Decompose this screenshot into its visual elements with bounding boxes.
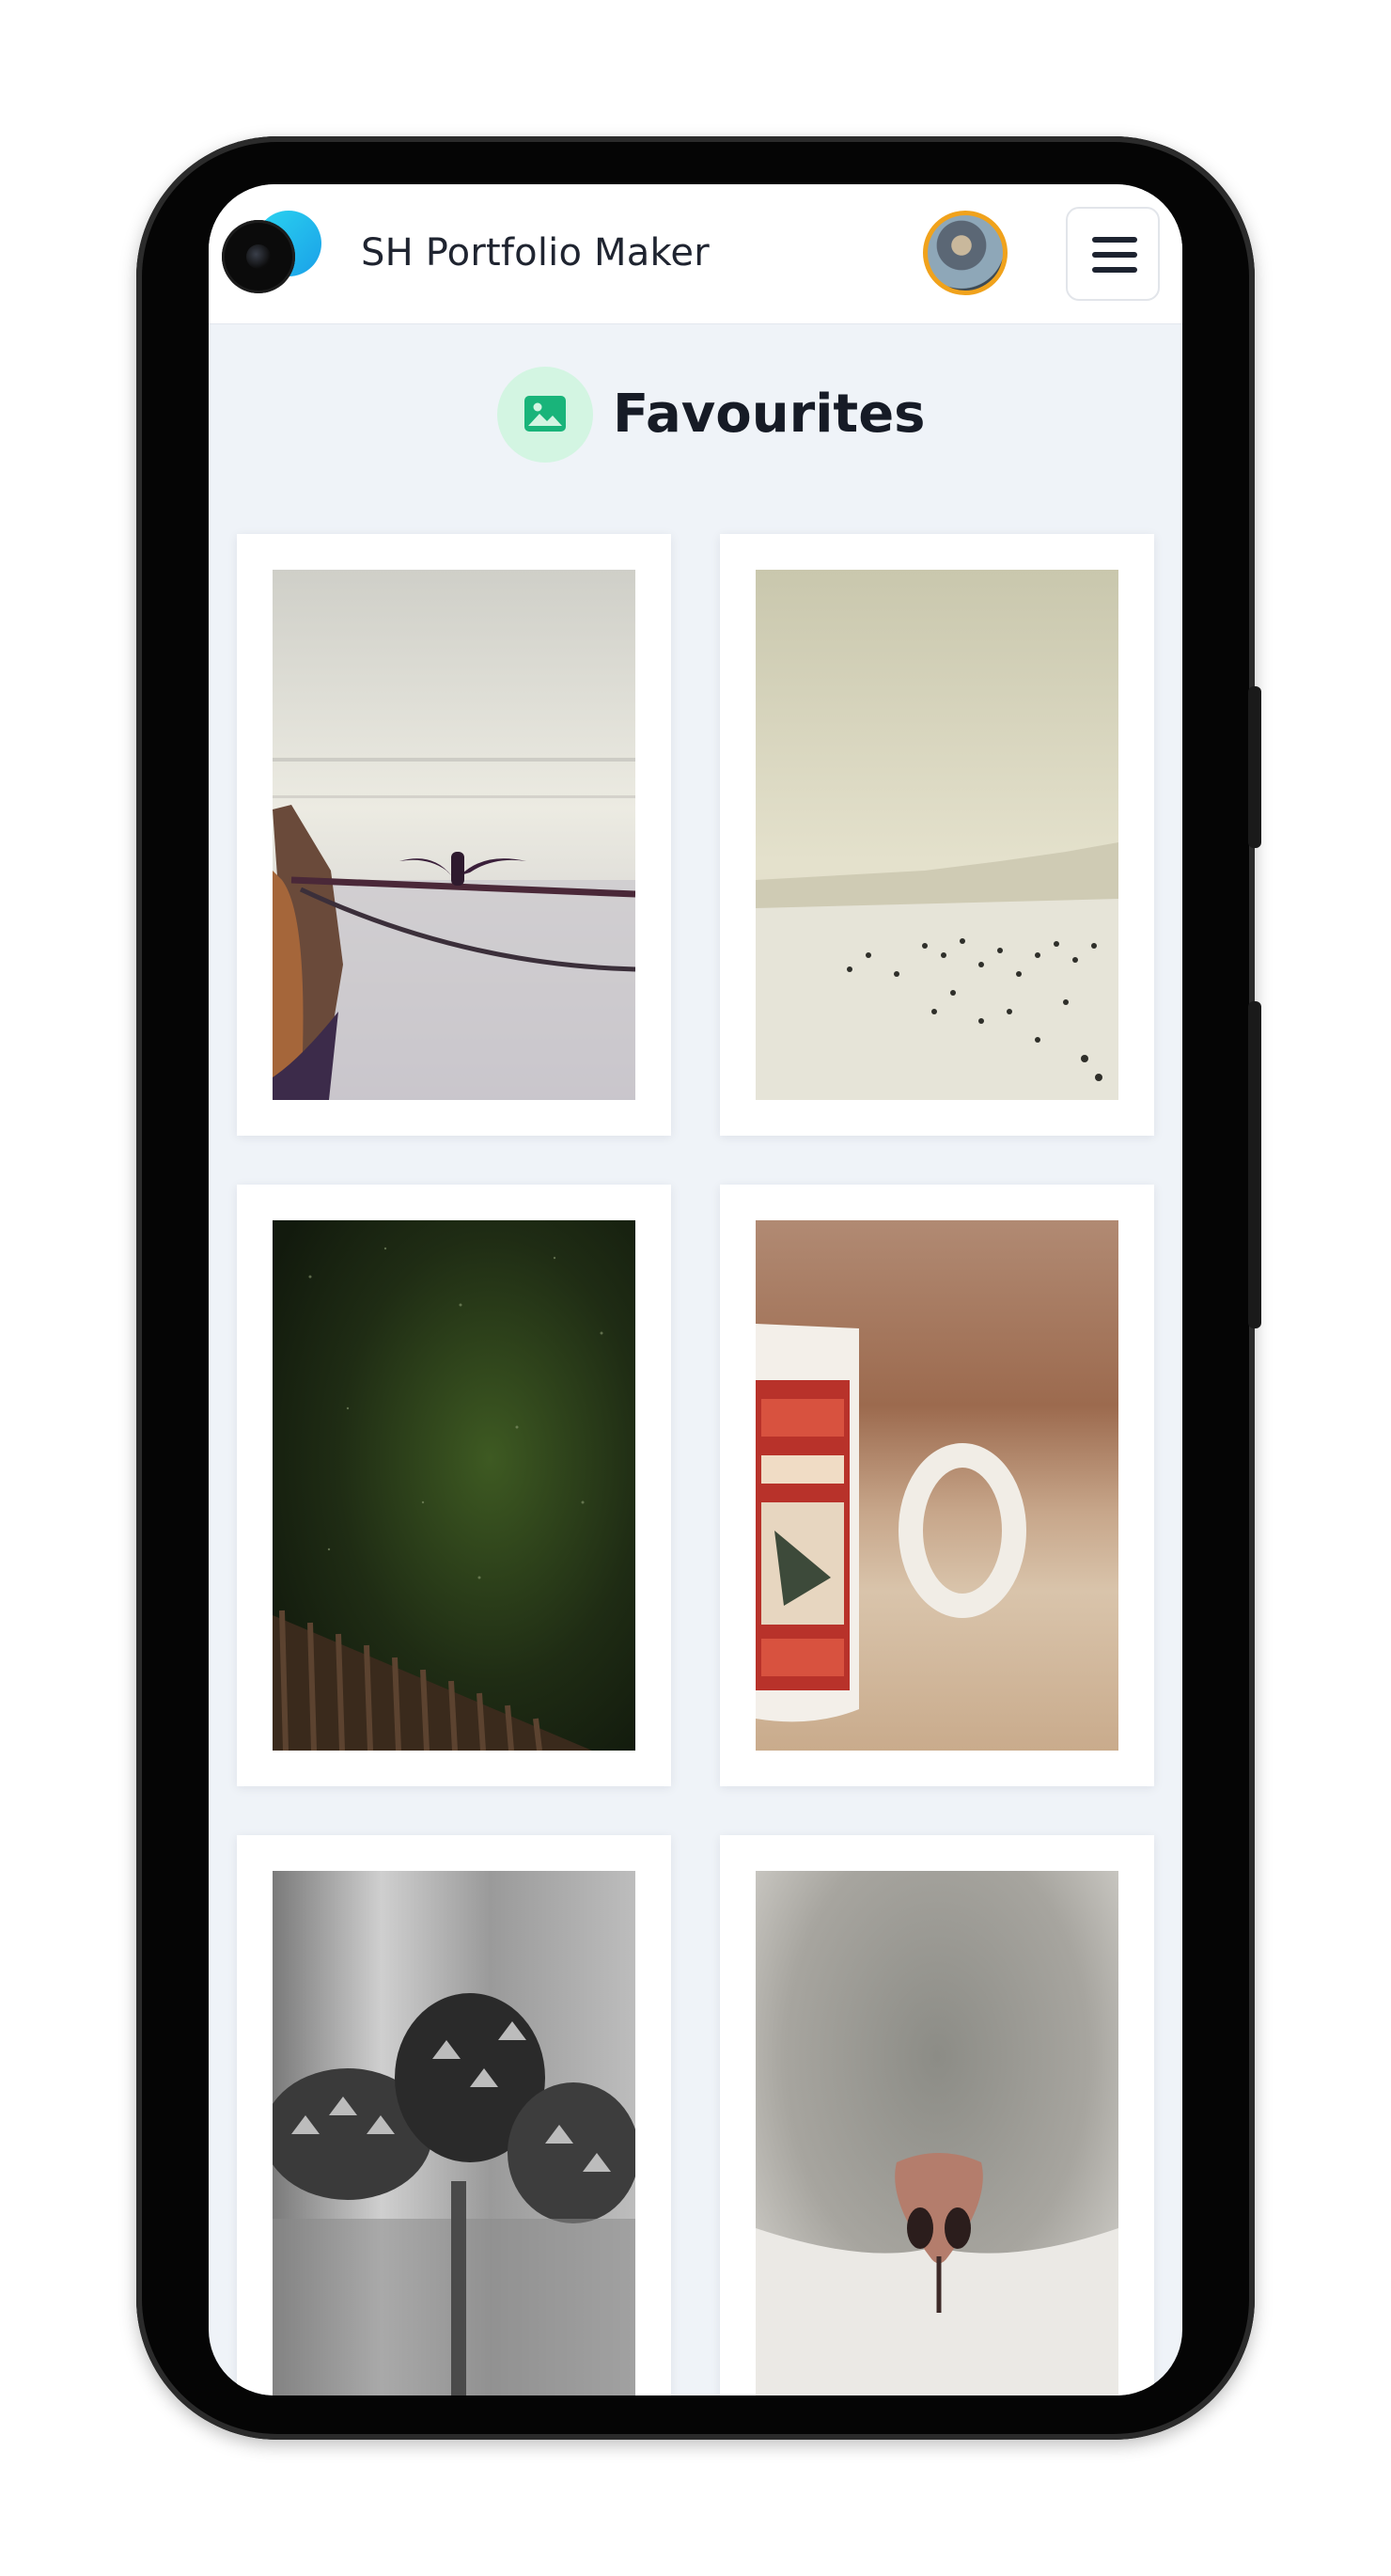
gallery-card[interactable] (237, 1185, 671, 1786)
hamburger-menu-icon-bar (1092, 252, 1137, 258)
front-camera (222, 220, 295, 293)
night-sky-over-fence-photo[interactable] (273, 1220, 635, 1751)
coffee-mug-photo[interactable] (756, 1220, 1118, 1751)
beach-crowd-photo[interactable] (756, 570, 1118, 1100)
gallery-card[interactable] (237, 534, 671, 1136)
pine-cones-photo[interactable] (273, 1871, 635, 2395)
hamburger-menu-button[interactable] (1066, 207, 1160, 301)
gallery-card[interactable] (720, 1185, 1154, 1786)
app-title[interactable]: SH Portfolio Maker (361, 231, 710, 275)
app-header: SH Portfolio Maker (209, 184, 1182, 324)
cat-nose-photo[interactable] (756, 1871, 1118, 2395)
phone-volume-button (1248, 1001, 1261, 1328)
section-heading: Favourites (209, 363, 1182, 466)
phone-power-button (1248, 686, 1261, 848)
page-background: SH Portfolio Maker Favourites (0, 0, 1391, 2576)
gallery-card[interactable] (720, 1835, 1154, 2395)
bird-on-rope-by-sea-photo[interactable] (273, 570, 635, 1100)
image-icon (497, 367, 593, 463)
hamburger-menu-icon-bar (1092, 267, 1137, 273)
page-title: Favourites (613, 384, 926, 445)
gallery-card[interactable] (237, 1835, 671, 2395)
avatar[interactable] (923, 211, 1008, 295)
app-screen: SH Portfolio Maker Favourites (209, 184, 1182, 2395)
hamburger-menu-icon (1092, 237, 1137, 243)
gallery-card[interactable] (720, 534, 1154, 1136)
